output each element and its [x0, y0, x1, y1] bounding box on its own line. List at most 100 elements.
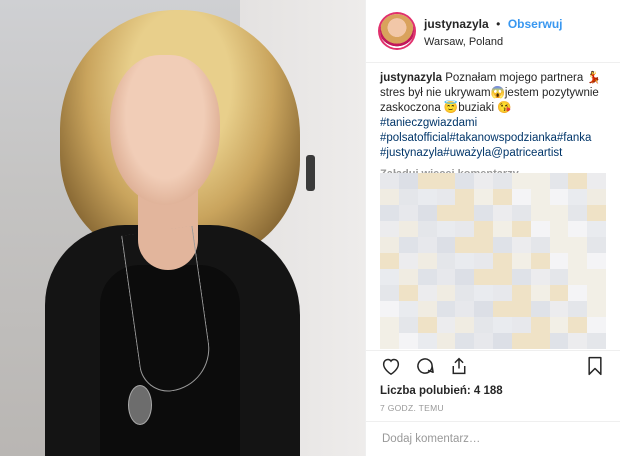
blur-cell	[568, 253, 588, 269]
blur-cell	[530, 189, 550, 205]
blur-cell	[587, 237, 606, 253]
blur-cell	[455, 317, 475, 333]
blur-cell	[436, 189, 456, 205]
blur-cell	[511, 317, 531, 333]
location-link[interactable]: Warsaw, Poland	[424, 36, 563, 48]
blur-cell	[511, 285, 531, 301]
door-handle	[306, 155, 315, 191]
blur-cell	[474, 317, 493, 333]
blur-cell	[380, 269, 399, 285]
blur-cell	[474, 205, 493, 221]
blur-cell	[398, 285, 418, 301]
likes-count[interactable]: Liczba polubień: 4 188	[366, 381, 620, 397]
blur-cell	[436, 317, 456, 333]
blur-cell	[380, 237, 399, 253]
blur-cell	[530, 205, 550, 221]
blur-cell	[436, 269, 456, 285]
caption-username[interactable]: justynazyla	[380, 72, 442, 84]
post-timestamp[interactable]: 7 GODZ. TEMU	[366, 397, 620, 421]
blur-cell	[417, 301, 437, 317]
blur-cell	[587, 253, 606, 269]
blur-cell	[530, 301, 550, 317]
blur-cell	[474, 269, 493, 285]
blur-cell	[398, 317, 418, 333]
blur-cell	[549, 189, 569, 205]
follow-button[interactable]: Obserwuj	[508, 17, 563, 31]
blur-cell	[380, 173, 399, 189]
blur-cell	[417, 237, 437, 253]
blur-cell	[530, 269, 550, 285]
hashtag-link[interactable]: #uważyla	[443, 147, 491, 159]
add-comment-bar	[366, 421, 620, 456]
blur-cell	[530, 285, 550, 301]
blur-cell	[587, 269, 606, 285]
blur-cell	[568, 205, 588, 221]
post-header: justynazyla • Obserwuj Warsaw, Poland	[366, 0, 620, 63]
blur-cell	[455, 301, 475, 317]
blur-cell	[455, 269, 475, 285]
avatar[interactable]	[380, 14, 414, 48]
blur-cell	[568, 189, 588, 205]
blur-cell	[455, 237, 475, 253]
blur-cell	[436, 301, 456, 317]
blur-cell	[417, 317, 437, 333]
blur-cell	[549, 253, 569, 269]
blur-cell	[474, 221, 493, 237]
blur-cell	[493, 173, 512, 189]
blur-cell	[380, 205, 399, 221]
blur-cell	[493, 285, 512, 301]
hashtag-link[interactable]: #tanieczgwiazdami	[380, 117, 477, 129]
blur-cell	[474, 301, 493, 317]
blur-cell	[455, 253, 475, 269]
blur-cell	[455, 221, 475, 237]
blur-cell	[568, 173, 588, 189]
comment-icon[interactable]	[414, 355, 436, 377]
blur-cell	[380, 333, 399, 349]
blur-cell	[436, 253, 456, 269]
blur-cell	[417, 285, 437, 301]
blur-cell	[493, 253, 512, 269]
hashtag-link[interactable]: #takanowspodzianka	[449, 132, 556, 144]
blur-cell	[587, 205, 606, 221]
blur-cell	[493, 317, 512, 333]
share-icon[interactable]	[448, 355, 470, 377]
blur-cell	[417, 221, 437, 237]
blur-cell	[587, 221, 606, 237]
mention-link[interactable]: @patriceartist	[491, 147, 562, 159]
username-link[interactable]: justynazyla	[424, 17, 489, 31]
blur-cell	[436, 285, 456, 301]
blur-cell	[493, 269, 512, 285]
blur-cell	[474, 285, 493, 301]
blur-cell	[380, 317, 399, 333]
blur-cell	[530, 237, 550, 253]
blur-cell	[587, 317, 606, 333]
blur-cell	[511, 205, 531, 221]
add-comment-input[interactable]	[380, 432, 606, 446]
blur-cell	[455, 189, 475, 205]
heart-icon[interactable]	[380, 355, 402, 377]
blur-cell	[587, 285, 606, 301]
blur-cell	[455, 285, 475, 301]
hashtag-link[interactable]: #fanka	[557, 132, 592, 144]
separator-dot: •	[496, 16, 501, 31]
blur-cell	[511, 333, 531, 349]
blur-cell	[417, 205, 437, 221]
blur-cell	[436, 205, 456, 221]
hashtag-link[interactable]: #polsatofficial	[380, 132, 449, 144]
blur-cell	[436, 221, 456, 237]
blur-cell	[549, 173, 569, 189]
bookmark-icon[interactable]	[584, 355, 606, 377]
blur-cell	[530, 317, 550, 333]
header-text: justynazyla • Obserwuj Warsaw, Poland	[424, 15, 563, 48]
blur-cell	[511, 253, 531, 269]
hashtag-link[interactable]: #justynazyla	[380, 147, 443, 159]
blur-cell	[587, 189, 606, 205]
blur-cell	[568, 269, 588, 285]
post-photo[interactable]	[0, 0, 365, 456]
blur-cell	[549, 285, 569, 301]
blur-cell	[568, 301, 588, 317]
blur-cell	[474, 173, 493, 189]
blur-cell	[493, 221, 512, 237]
blur-cell	[493, 189, 512, 205]
blur-cell	[549, 237, 569, 253]
